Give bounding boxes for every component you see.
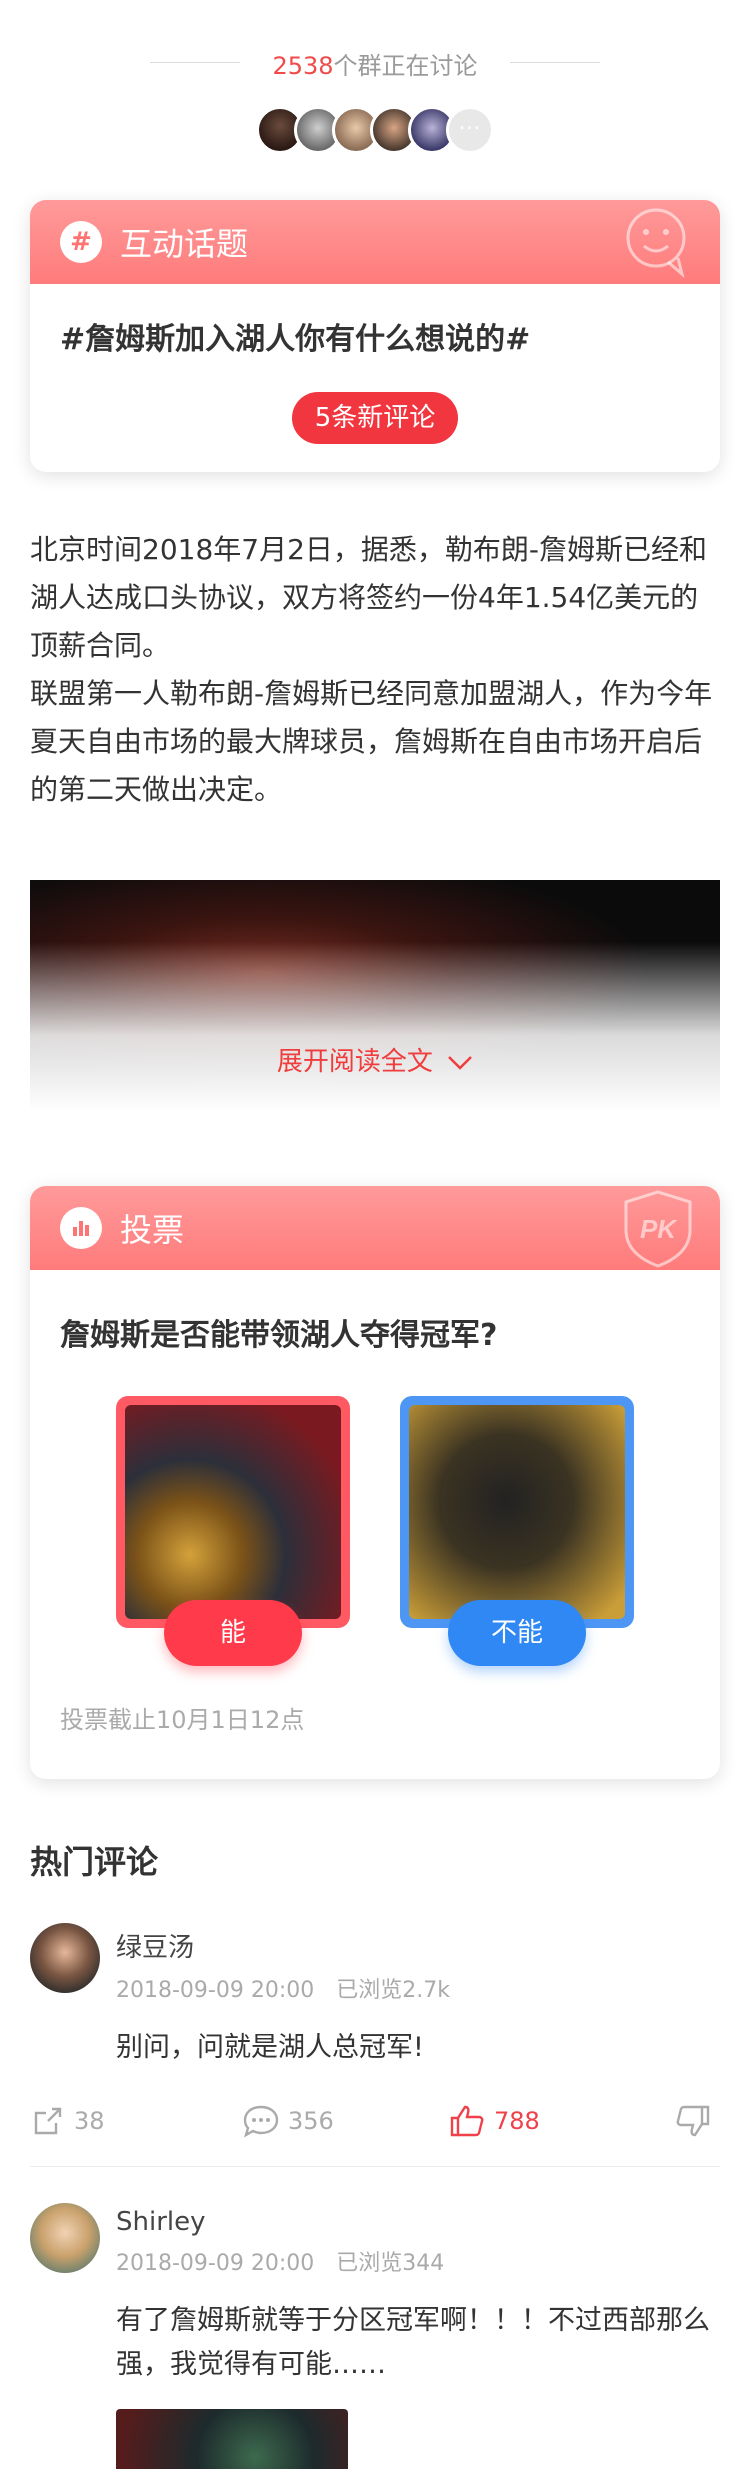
- comment-author[interactable]: Shirley: [116, 2203, 720, 2237]
- expand-full-text-button[interactable]: 展开阅读全文: [30, 1041, 720, 1078]
- comment-bubble-icon: [243, 2105, 279, 2138]
- avatar[interactable]: [30, 1923, 100, 1993]
- chevron-down-icon: [448, 1055, 473, 1070]
- expand-label: 展开阅读全文: [276, 1047, 433, 1077]
- vote-option-no-image: [409, 1405, 625, 1619]
- vote-option-yes[interactable]: 能: [116, 1396, 350, 1666]
- bar-chart-icon: [60, 1207, 102, 1249]
- like-count: 788: [494, 2107, 540, 2135]
- pk-badge-text: PK: [640, 1214, 678, 1244]
- topic-title[interactable]: #詹姆斯加入湖人你有什么想说的#: [30, 284, 720, 358]
- pk-shield-icon: PK: [624, 1190, 692, 1268]
- comment-meta: 2018-09-09 20:00 已浏览344: [116, 2245, 720, 2277]
- reply-count: 356: [288, 2107, 334, 2135]
- cover-fade: [30, 942, 720, 1112]
- vote-options: 能 不能: [30, 1396, 720, 1666]
- comment-text: 有了詹姆斯就等于分区冠军啊！！！不过西部那么强，我觉得有可能……: [116, 2305, 710, 2380]
- discussion-bar: 2538个群正在讨论: [0, 0, 750, 80]
- topic-card-header: # 互动话题: [30, 200, 720, 284]
- hashtag-icon: #: [60, 221, 102, 263]
- vote-deadline: 投票截止10月1日12点: [60, 1706, 305, 1734]
- vote-card-header: 投票 PK: [30, 1186, 720, 1270]
- comment-author[interactable]: 绿豆汤: [116, 1923, 720, 1964]
- like-button[interactable]: 788: [448, 2103, 540, 2139]
- share-icon: [34, 2107, 62, 2135]
- comment-time: 2018-09-09 20:00: [116, 2251, 315, 2276]
- comment-time: 2018-09-09 20:00: [116, 1978, 315, 2003]
- more-avatars-button[interactable]: ···: [446, 106, 494, 154]
- article-paragraph: 北京时间2018年7月2日，据悉，勒布朗-詹姆斯已经和湖人达成口头协议，双方将签…: [30, 533, 707, 662]
- discussion-count-text: 2538个群正在讨论: [0, 46, 750, 81]
- discussion-suffix: 个群正在讨论: [333, 52, 478, 80]
- vote-question: 詹姆斯是否能带领湖人夺得冠军?: [60, 1318, 498, 1353]
- vote-option-no[interactable]: 不能: [400, 1396, 634, 1666]
- topic-header-label: 互动话题: [120, 225, 249, 263]
- group-count: 2538: [272, 52, 334, 80]
- vote-card: 投票 PK 詹姆斯是否能带领湖人夺得冠军? 能 不能 投票截止10月1日12点: [30, 1186, 720, 1779]
- divider-right: [510, 62, 600, 63]
- dislike-button[interactable]: [674, 2103, 720, 2139]
- comment-item: Shirley 2018-09-09 20:00 已浏览344 有了詹姆斯就等于分…: [30, 2203, 720, 2469]
- share-button[interactable]: 38: [30, 2103, 105, 2139]
- reply-button[interactable]: 356: [242, 2103, 334, 2139]
- article-cover[interactable]: 展开阅读全文: [30, 880, 720, 1112]
- vote-option-yes-frame[interactable]: [116, 1396, 350, 1628]
- vote-header-label: 投票: [120, 1211, 185, 1249]
- smiley-chat-icon: [626, 208, 686, 279]
- hot-comments-title: 热门评论: [30, 1843, 159, 1881]
- thumbs-up-icon: [450, 2105, 484, 2137]
- comment-views: 已浏览2.7k: [336, 1978, 450, 2003]
- share-count: 38: [74, 2107, 105, 2135]
- topic-card[interactable]: # 互动话题 #詹姆斯加入湖人你有什么想说的# 5条新评论: [30, 200, 720, 472]
- vote-option-yes-image: [125, 1405, 341, 1619]
- article-body: 北京时间2018年7月2日，据悉，勒布朗-詹姆斯已经和湖人达成口头协议，双方将签…: [0, 472, 750, 814]
- new-comments-button[interactable]: 5条新评论: [292, 392, 458, 444]
- vote-no-button[interactable]: 不能: [448, 1600, 586, 1666]
- comment-actions: 38 356 788: [30, 2076, 720, 2166]
- vote-option-no-frame[interactable]: [400, 1396, 634, 1628]
- vote-yes-button[interactable]: 能: [164, 1600, 302, 1666]
- comment-text: 别问，问就是湖人总冠军!: [116, 2032, 424, 2063]
- comment-meta: 2018-09-09 20:00 已浏览2.7k: [116, 1972, 720, 2004]
- comment-image[interactable]: [116, 2409, 348, 2469]
- avatar[interactable]: [30, 2203, 100, 2273]
- comment-views: 已浏览344: [336, 2251, 445, 2276]
- participant-avatars[interactable]: ···: [0, 106, 750, 156]
- thumbs-down-icon: [676, 2105, 710, 2137]
- article-paragraph: 联盟第一人勒布朗-詹姆斯已经同意加盟湖人，作为今年夏天自由市场的最大牌球员，詹姆…: [30, 677, 713, 806]
- comment-item: 绿豆汤 2018-09-09 20:00 已浏览2.7k 别问，问就是湖人总冠军!…: [30, 1923, 720, 2167]
